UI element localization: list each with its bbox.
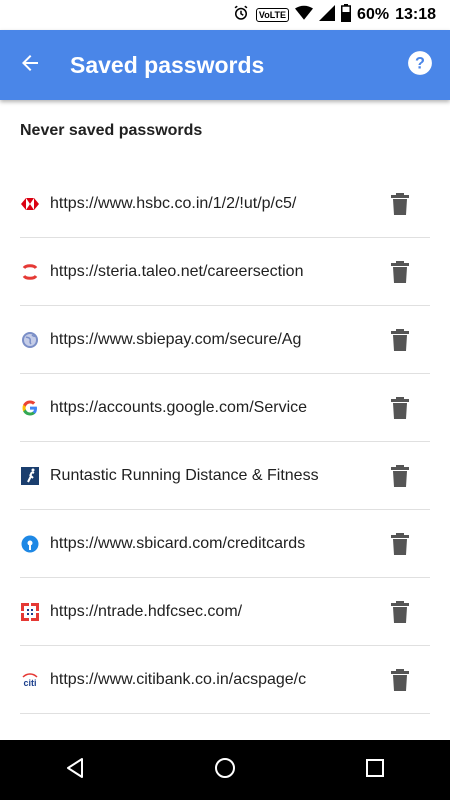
hdfc-icon — [20, 602, 40, 622]
delete-icon[interactable] — [388, 600, 412, 624]
triangle-back-icon — [63, 756, 87, 785]
status-icons: VoLTE 60% 13:18 — [232, 3, 436, 27]
list-item[interactable]: https://accounts.google.com/Service — [0, 374, 450, 442]
navigation-bar — [0, 740, 450, 800]
divider — [20, 713, 430, 714]
alarm-icon — [232, 4, 250, 27]
delete-icon[interactable] — [388, 328, 412, 352]
entry-url: https://accounts.google.com/Service — [50, 399, 308, 416]
delete-icon[interactable] — [388, 668, 412, 692]
list-item[interactable]: https://steria.taleo.net/careersection — [0, 238, 450, 306]
page-title: Saved passwords — [70, 51, 265, 78]
entry-url: https://www.citibank.co.in/acspage/c — [50, 671, 307, 688]
citi-icon: citi — [20, 670, 40, 690]
sbi-icon — [20, 534, 40, 554]
taleo-icon — [20, 262, 40, 282]
app-bar: Saved passwords ? — [0, 30, 450, 100]
globe-icon — [20, 330, 40, 350]
entry-url: https://www.hsbc.co.in/1/2/!ut/p/c5/ — [50, 195, 297, 212]
help-icon: ? — [407, 50, 433, 81]
battery-icon — [341, 3, 352, 27]
delete-icon[interactable] — [388, 532, 412, 556]
nav-back-button[interactable] — [45, 740, 105, 800]
entry-url: https://steria.taleo.net/careersection — [50, 263, 304, 280]
battery-percent: 60% — [357, 6, 390, 23]
list-item[interactable]: https://www.sbicard.com/creditcards — [0, 510, 450, 578]
signal-icon — [319, 4, 336, 26]
status-bar: VoLTE 60% 13:18 — [0, 0, 450, 30]
list-item[interactable]: citi https://www.citibank.co.in/acspage/… — [0, 646, 450, 714]
nav-recents-button[interactable] — [345, 740, 405, 800]
delete-icon[interactable] — [388, 260, 412, 284]
entry-url: https://www.sbiepay.com/secure/Ag — [50, 331, 302, 348]
delete-icon[interactable] — [388, 464, 412, 488]
list-item[interactable]: https://www.hsbc.co.in/1/2/!ut/p/c5/ — [0, 170, 450, 238]
runtastic-icon — [20, 466, 40, 486]
svg-text:?: ? — [415, 54, 425, 72]
back-button[interactable] — [0, 30, 60, 100]
help-button[interactable]: ? — [390, 30, 450, 100]
entry-url: https://ntrade.hdfcsec.com/ — [50, 603, 243, 620]
section-header: Never saved passwords — [20, 122, 203, 139]
google-icon — [20, 398, 40, 418]
svg-text:citi: citi — [23, 678, 36, 687]
arrow-back-icon — [18, 51, 42, 80]
square-recents-icon — [364, 757, 386, 784]
never-saved-list: https://www.hsbc.co.in/1/2/!ut/p/c5/ htt… — [0, 170, 450, 714]
wifi-icon — [295, 5, 314, 26]
circle-home-icon — [213, 756, 237, 785]
clock: 13:18 — [395, 6, 436, 23]
entry-url: https://www.sbicard.com/creditcards — [50, 535, 306, 552]
hsbc-icon — [20, 194, 40, 214]
list-item[interactable]: https://ntrade.hdfcsec.com/ — [0, 578, 450, 646]
nav-home-button[interactable] — [195, 740, 255, 800]
list-item[interactable]: Runtastic Running Distance & Fitness — [0, 442, 450, 510]
list-item[interactable]: https://www.sbiepay.com/secure/Ag — [0, 306, 450, 374]
volte-badge: VoLTE — [255, 8, 290, 22]
delete-icon[interactable] — [388, 192, 412, 216]
entry-url: Runtastic Running Distance & Fitness — [50, 467, 319, 484]
delete-icon[interactable] — [388, 396, 412, 420]
